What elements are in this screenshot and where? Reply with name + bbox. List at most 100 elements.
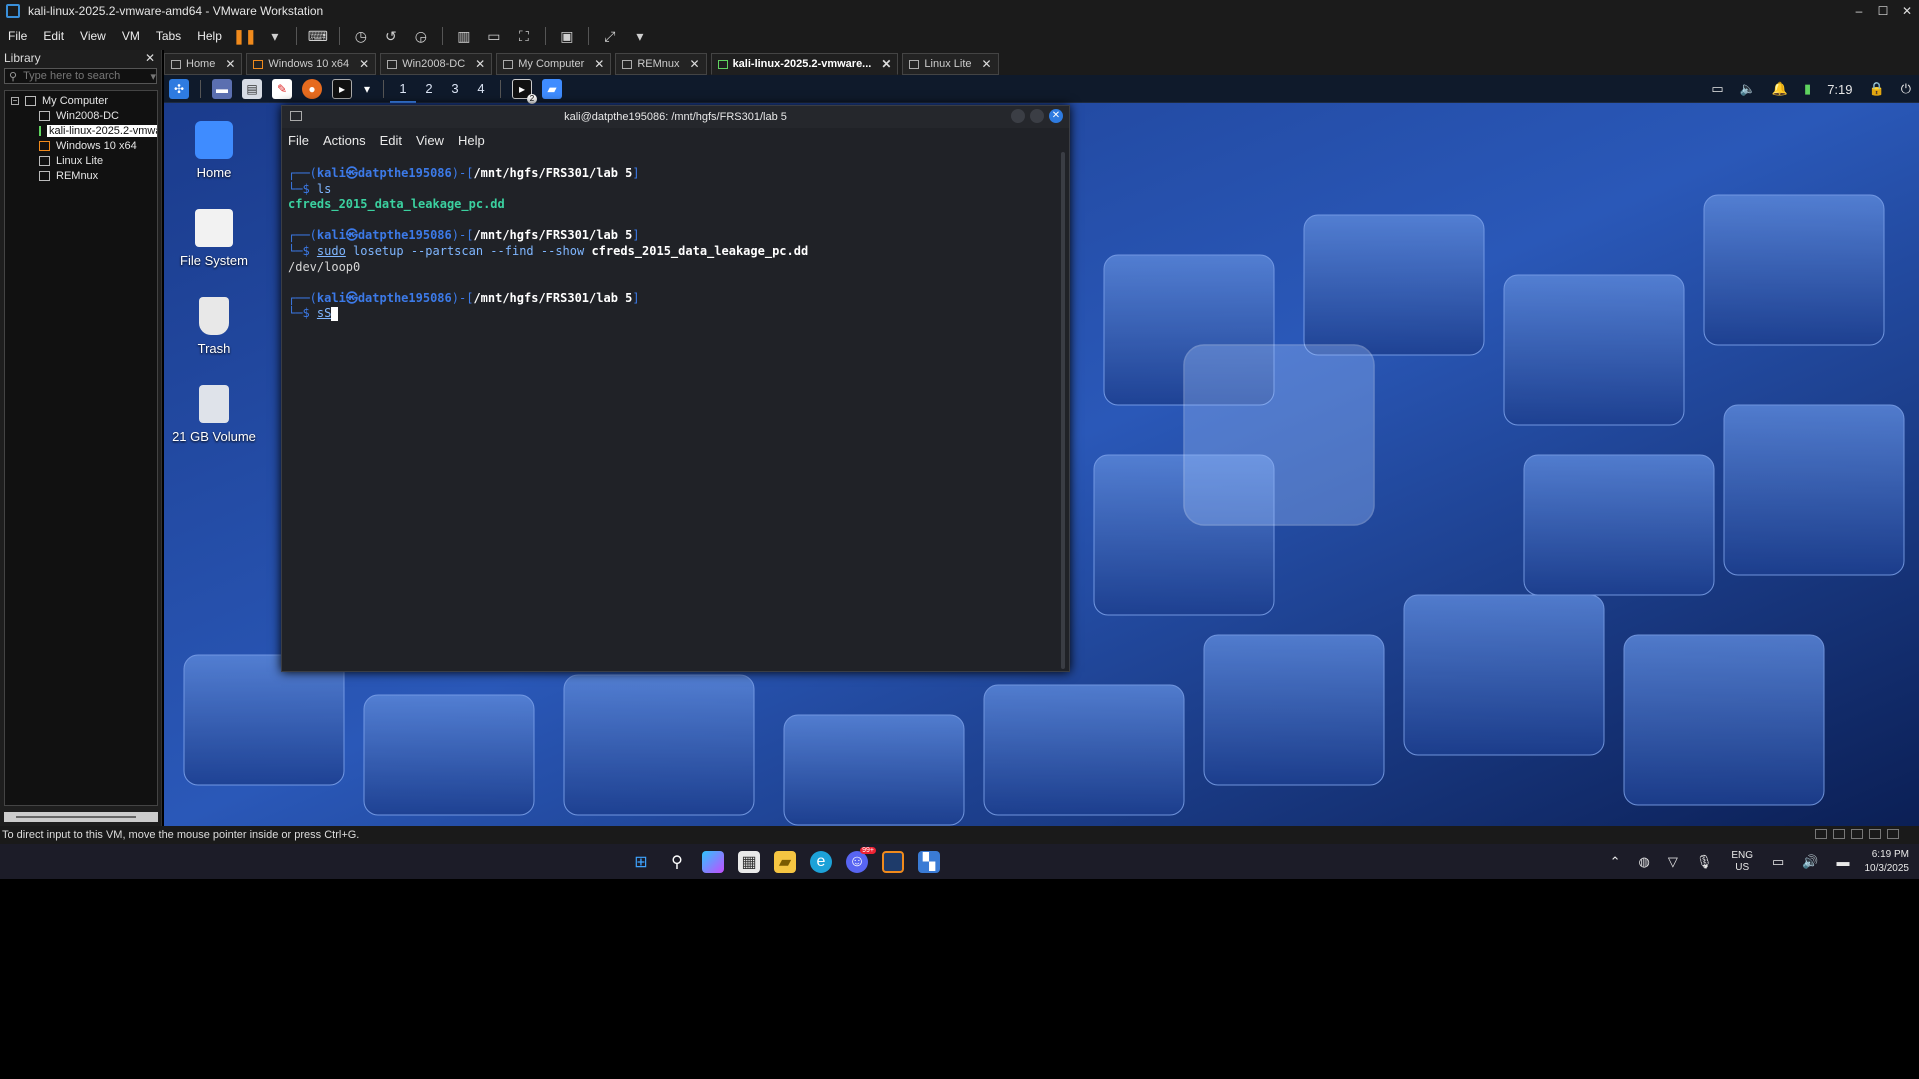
terminal-window-button[interactable]: ▸ 2 <box>512 78 537 104</box>
tree-item-kali-linux[interactable]: kali-linux-2025.2-vmwar <box>5 123 157 138</box>
text-editor-icon[interactable]: ✎ <box>272 78 292 99</box>
usb-icon[interactable] <box>1869 829 1881 839</box>
edge-icon[interactable]: e <box>810 851 832 873</box>
tab-remnux[interactable]: REMnux ✕ <box>615 53 707 75</box>
microsoft-store-icon[interactable]: ▦ <box>738 851 760 873</box>
network-adapter-icon[interactable] <box>1833 829 1845 839</box>
desktop-icon-home[interactable]: Home <box>164 121 264 180</box>
terminal-window[interactable]: kali@datpthe195086: /mnt/hgfs/FRS301/lab… <box>281 105 1070 672</box>
terminal-maximize-button[interactable] <box>1030 109 1044 123</box>
tab-close-icon[interactable]: ✕ <box>475 57 485 71</box>
menu-view[interactable]: View <box>72 29 114 43</box>
sound-card-icon[interactable] <box>1851 829 1863 839</box>
start-icon[interactable]: ⊞ <box>630 851 652 873</box>
tab-close-icon[interactable]: ✕ <box>359 57 369 71</box>
tab-close-icon[interactable]: ✕ <box>982 57 992 71</box>
terminal-menu-help[interactable]: Help <box>458 133 485 148</box>
thumbnail-bar-icon[interactable]: ▭ <box>483 25 505 47</box>
library-horizontal-scrollbar[interactable] <box>4 812 158 822</box>
show-desktop-icon[interactable]: ▬ <box>212 78 232 99</box>
desktop-icon-volume[interactable]: 21 GB Volume <box>164 385 264 444</box>
workspace-3[interactable]: 3 <box>442 75 468 103</box>
tab-my-computer[interactable]: My Computer ✕ <box>496 53 612 75</box>
workspace-2[interactable]: 2 <box>416 75 442 103</box>
search-icon[interactable]: ⚲ <box>666 851 688 873</box>
close-button[interactable]: ✕ <box>1895 0 1919 22</box>
desktop-icon-trash[interactable]: Trash <box>164 297 264 356</box>
menu-tabs[interactable]: Tabs <box>148 29 189 43</box>
tab-windows-10[interactable]: Windows 10 x64 ✕ <box>246 53 377 75</box>
revert-snapshot-icon[interactable]: ↺ <box>380 25 402 47</box>
terminal-launcher-icon[interactable]: ▸ <box>332 78 352 99</box>
tab-close-icon[interactable]: ✕ <box>225 57 235 71</box>
tree-item-win2008-dc[interactable]: Win2008-DC <box>5 108 157 123</box>
network-icon[interactable]: ▭ <box>1772 854 1784 870</box>
file-manager-icon[interactable]: ▤ <box>242 78 262 99</box>
microphone-icon[interactable]: 🎙 <box>1696 854 1713 870</box>
tab-linux-lite[interactable]: Linux Lite ✕ <box>902 53 999 75</box>
speaker-icon[interactable]: 🔊 <box>1802 854 1818 870</box>
terminal-minimize-button[interactable] <box>1011 109 1025 123</box>
tree-item-linux-lite[interactable]: Linux Lite <box>5 153 157 168</box>
lock-icon[interactable]: 🔒 <box>1869 81 1885 97</box>
minimize-button[interactable]: – <box>1847 0 1871 22</box>
terminal-menu-file[interactable]: File <box>288 133 309 148</box>
terminal-titlebar[interactable]: kali@datpthe195086: /mnt/hgfs/FRS301/lab… <box>282 106 1069 128</box>
desktop-icon-file-system[interactable]: File System <box>164 209 264 268</box>
terminal-output[interactable]: ┌──(kali㉿datpthe195086)-[/mnt/hgfs/FRS30… <box>288 166 1055 667</box>
vm-display[interactable]: ✣ ▬ ▤ ✎ ● ▸ ▾ 1 2 3 4 ▸ 2 ▰ ▭ 🔈 🔔 ▮ 7:19 … <box>164 75 1919 826</box>
tree-item-my-computer[interactable]: − My Computer <box>5 93 157 108</box>
power-icon[interactable]: ⏻ <box>1901 81 1911 97</box>
message-log-icon[interactable] <box>1887 829 1899 839</box>
battery-icon[interactable]: ▬ <box>1837 854 1850 869</box>
workspace-1[interactable]: 1 <box>390 75 416 103</box>
send-ctrl-alt-del-icon[interactable]: ⌨ <box>307 25 329 47</box>
stretch-dropdown-icon[interactable]: ▾ <box>629 25 651 47</box>
maximize-button[interactable]: ☐ <box>1871 0 1895 22</box>
vpn-icon[interactable]: ◍ <box>1638 854 1649 870</box>
menu-help[interactable]: Help <box>189 29 230 43</box>
firefox-icon[interactable]: ● <box>302 78 322 99</box>
search-dropdown-icon[interactable]: ▾ <box>150 70 156 83</box>
tab-win2008-dc[interactable]: Win2008-DC ✕ <box>380 53 493 75</box>
show-library-icon[interactable]: ▥ <box>453 25 475 47</box>
tab-home[interactable]: Home ✕ <box>164 53 243 75</box>
pause-vm-button[interactable]: ❚❚ <box>233 25 256 47</box>
display-icon[interactable]: ▭ <box>1711 81 1723 97</box>
vpn-shield-icon[interactable]: ▽ <box>1668 854 1678 870</box>
library-close-icon[interactable]: ✕ <box>145 51 161 65</box>
stretch-guest-icon[interactable]: ⤢ <box>599 25 621 47</box>
tree-item-windows-10[interactable]: Windows 10 x64 <box>5 138 157 153</box>
tab-close-icon[interactable]: ✕ <box>594 57 604 71</box>
console-view-icon[interactable]: ▣ <box>556 25 578 47</box>
menu-file[interactable]: File <box>0 29 35 43</box>
show-hidden-icons-icon[interactable]: ⌃ <box>1610 854 1621 870</box>
language-indicator[interactable]: ENG US <box>1731 850 1753 874</box>
pause-dropdown-icon[interactable]: ▾ <box>264 25 286 47</box>
tab-close-icon[interactable]: ✕ <box>881 57 891 71</box>
panel-clock[interactable]: 7:19 <box>1827 82 1852 97</box>
menu-vm[interactable]: VM <box>114 29 148 43</box>
file-explorer-icon[interactable]: ▰ <box>774 851 796 873</box>
scrollbar-thumb[interactable] <box>16 816 136 818</box>
snapshot-manager-icon[interactable]: ◶ <box>410 25 432 47</box>
notification-bell-icon[interactable]: 🔔 <box>1772 81 1788 97</box>
snapshot-icon[interactable]: ◷ <box>350 25 372 47</box>
menu-edit[interactable]: Edit <box>35 29 72 43</box>
hard-disk-icon[interactable] <box>1815 829 1827 839</box>
tab-kali-linux[interactable]: kali-linux-2025.2-vmware... ✕ <box>710 53 899 75</box>
library-search-input[interactable]: ⚲ Type here to search ▾ <box>4 68 157 84</box>
launcher-dropdown-icon[interactable]: ▾ <box>362 79 372 99</box>
tab-close-icon[interactable]: ✕ <box>690 57 700 71</box>
app-taskbar-icon[interactable]: ▚ <box>918 851 940 873</box>
terminal-menu-edit[interactable]: Edit <box>380 133 402 148</box>
folder-window-button[interactable]: ▰ <box>542 78 562 99</box>
collapse-icon[interactable]: − <box>11 96 19 105</box>
full-screen-icon[interactable]: ⛶ <box>513 25 535 47</box>
tree-item-remnux[interactable]: REMnux <box>5 168 157 183</box>
terminal-menu-actions[interactable]: Actions <box>323 133 366 148</box>
discord-icon[interactable]: ☺ 99+ <box>846 847 876 873</box>
kali-menu-icon[interactable]: ✣ <box>169 78 189 99</box>
vmware-taskbar-icon[interactable] <box>882 851 904 873</box>
terminal-scrollbar[interactable] <box>1061 152 1065 669</box>
